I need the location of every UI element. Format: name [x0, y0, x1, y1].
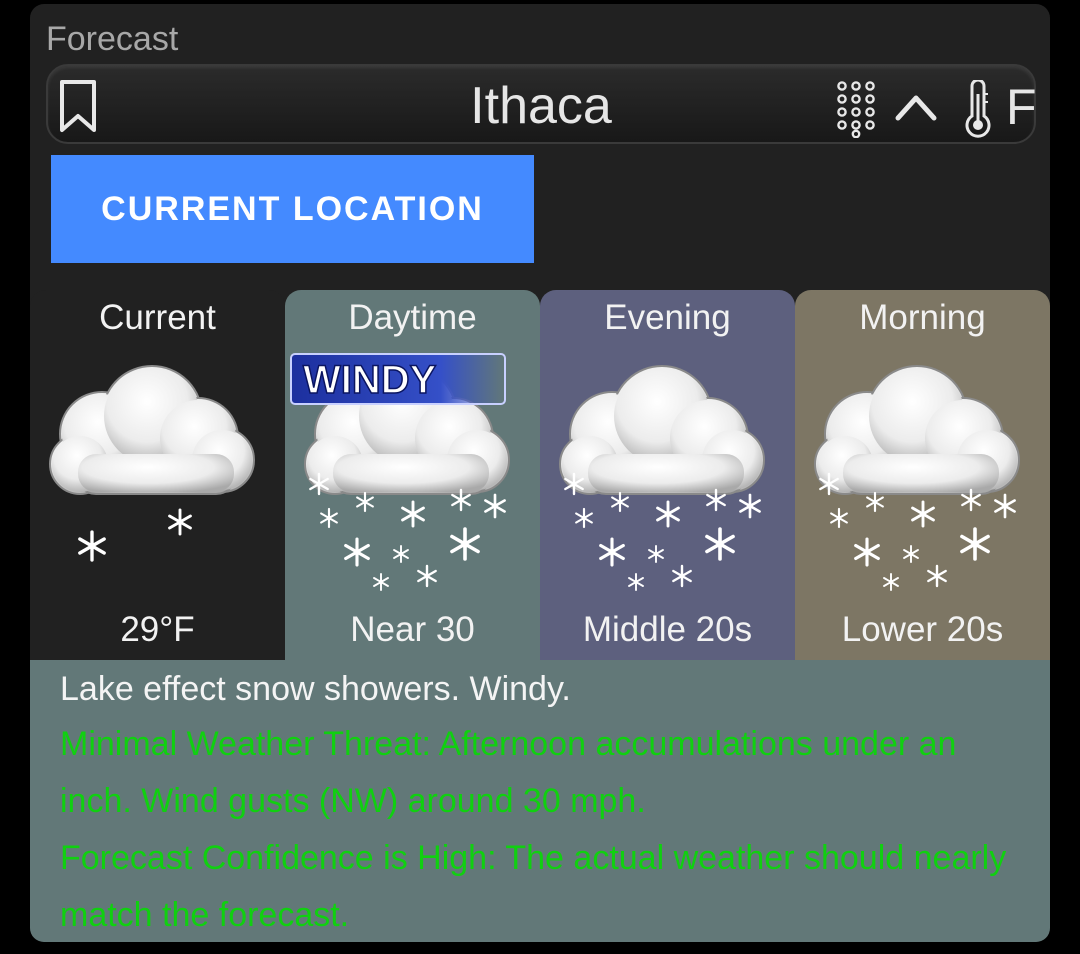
thermometer-icon[interactable] [962, 80, 994, 138]
period-evening[interactable]: Evening Middle 20s [540, 290, 795, 662]
period-temp: Near 30 [350, 610, 475, 649]
period-temp: 29°F [120, 610, 195, 649]
windy-badge-text: WINDY [303, 358, 437, 402]
windy-badge: WINDY [290, 353, 506, 405]
cloud-snow-icon [559, 365, 765, 591]
description-summary: Lake effect snow showers. Windy. [60, 670, 571, 708]
chevron-up-icon[interactable] [894, 86, 938, 126]
dialpad-icon[interactable] [834, 80, 878, 138]
section-title: Forecast [46, 20, 179, 58]
period-current[interactable]: Current 29°F [30, 290, 285, 662]
cloud-light-snow-icon [49, 365, 255, 562]
forecast-periods: Current 29°F Daytime WINDY Near 30 Eveni… [30, 290, 1050, 662]
period-label: Morning [859, 298, 986, 337]
city-name[interactable]: Ithaca [48, 76, 1034, 136]
forecast-description: Lake effect snow showers. Windy. Minimal… [30, 660, 1050, 942]
period-temp: Lower 20s [841, 610, 1004, 649]
location-bar: Ithaca F [46, 64, 1037, 144]
forecast-card: Forecast Ithaca F CURRENT LOCATION Curre… [30, 4, 1050, 942]
period-temp: Middle 20s [582, 610, 753, 649]
forecast-confidence-text: Forecast Confidence is High: The actual … [60, 839, 1007, 934]
period-morning[interactable]: Morning Lower 20s [795, 290, 1050, 662]
period-label: Current [99, 298, 216, 337]
weather-threat-text: Minimal Weather Threat: Afternoon accumu… [60, 725, 957, 820]
period-daytime[interactable]: Daytime WINDY Near 30 [285, 290, 540, 662]
current-location-button[interactable]: CURRENT LOCATION [51, 155, 534, 263]
temperature-unit[interactable]: F [1006, 78, 1037, 136]
cloud-snow-icon [814, 365, 1020, 591]
period-label: Evening [604, 298, 731, 337]
period-label: Daytime [348, 298, 477, 337]
